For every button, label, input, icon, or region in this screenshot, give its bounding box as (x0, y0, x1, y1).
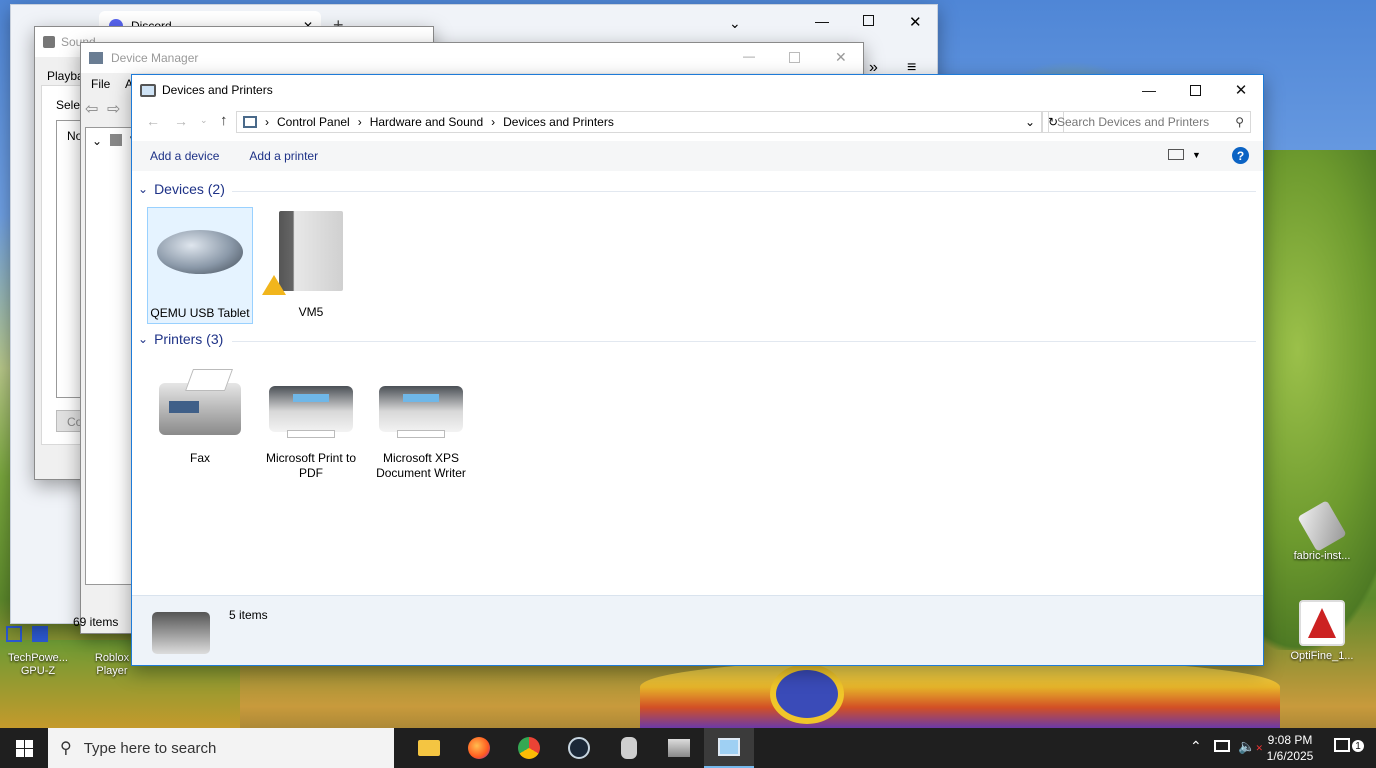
desktop-icon-fabric-installer[interactable]: fabric-inst... (1284, 500, 1360, 563)
windows-icon (15, 739, 33, 757)
folder-icon (418, 740, 440, 756)
address-dropdown-icon[interactable]: ⌄ (1025, 115, 1035, 129)
printers-group-header[interactable]: ⌄ Printers (3) (138, 331, 223, 347)
volume-muted-icon[interactable]: 🔈✕ (1238, 738, 1263, 755)
search-icon: ⚲ (1235, 115, 1244, 129)
window-title: Devices and Printers (162, 83, 273, 97)
minimize-icon[interactable]: — (815, 13, 829, 29)
device-vm5[interactable]: VM5 (258, 207, 364, 324)
desktop-small-icons-strip (6, 626, 66, 646)
add-printer-button[interactable]: Add a printer (249, 149, 318, 163)
desktop-icon-optifine[interactable]: OptiFine_1... (1284, 600, 1360, 663)
show-hidden-icons[interactable]: ⌃ (1190, 738, 1202, 755)
close-icon[interactable]: ✕ (909, 13, 922, 31)
device-qemu-usb-tablet[interactable]: QEMU USB Tablet (147, 207, 253, 324)
clock-time: 9:08 PM (1267, 733, 1313, 747)
device-manager-icon (668, 739, 690, 757)
item-count: 5 items (229, 608, 268, 622)
firefox-taskbar-button[interactable] (454, 728, 504, 768)
breadcrumb-hardware-and-sound[interactable]: Hardware and Sound (370, 115, 483, 129)
taskbar-search-box[interactable]: ⚲ Type here to search (48, 728, 394, 768)
maximize-icon[interactable] (863, 15, 874, 26)
tab-list-icon[interactable]: ⌄ (729, 15, 741, 32)
close-icon[interactable]: ✕ (835, 49, 847, 66)
network-icon[interactable] (1214, 740, 1230, 752)
up-arrow-icon[interactable]: ↑ (220, 112, 228, 129)
computer-tower-icon (279, 211, 343, 291)
command-bar: Add a device Add a printer (132, 141, 1263, 171)
start-button[interactable] (0, 728, 48, 768)
chrome-taskbar-button[interactable] (504, 728, 554, 768)
search-icon: ⚲ (60, 740, 72, 757)
devices-and-printers-window[interactable]: Devices and Printers — ✕ ← → ⌄ ↑ › Contr… (131, 74, 1264, 666)
mouse-icon (157, 230, 243, 274)
devices-group-line (232, 191, 1256, 192)
address-bar[interactable]: › Control Panel › Hardware and Sound › D… (236, 111, 1042, 133)
speaker-icon (621, 737, 637, 759)
nav-forward-icon[interactable]: → (174, 113, 188, 129)
devices-printers-large-icon (152, 612, 210, 654)
fax-icon (159, 369, 241, 435)
printer-icon (269, 386, 353, 438)
playback-tab[interactable]: Playba (47, 69, 84, 83)
search-box[interactable]: Search Devices and Printers ⚲ (1048, 111, 1251, 133)
details-pane: 5 items (132, 595, 1263, 665)
breadcrumb-control-panel[interactable]: Control Panel (277, 115, 350, 129)
add-device-button[interactable]: Add a device (150, 149, 219, 163)
chrome-icon (518, 737, 540, 759)
chevron-down-icon: ⌄ (138, 332, 149, 346)
devices-printers-taskbar-button[interactable] (704, 728, 754, 768)
taskbar: ⚲ Type here to search ⌃ 🔈✕ 9:08 PM 1/6/2… (0, 728, 1376, 768)
breadcrumb-devices-and-printers[interactable]: Devices and Printers (503, 115, 614, 129)
minimize-icon[interactable]: — (743, 49, 755, 63)
clock-date: 1/6/2025 (1266, 749, 1314, 763)
notification-icon (1334, 738, 1350, 752)
printer-microsoft-print-to-pdf[interactable]: Microsoft Print to PDF (258, 365, 364, 481)
printers-group-line (232, 341, 1256, 342)
sound-taskbar-button[interactable] (604, 728, 654, 768)
steam-taskbar-button[interactable] (554, 728, 604, 768)
device-manager-status: 69 items (73, 615, 119, 629)
chevron-down-icon[interactable]: ⌄ (92, 134, 102, 148)
nav-back-icon[interactable]: ← (146, 113, 160, 129)
printer-microsoft-xps-document-writer[interactable]: Microsoft XPS Document Writer (368, 365, 474, 481)
chevron-down-icon: ⌄ (138, 182, 149, 196)
control-panel-icon (243, 116, 257, 128)
warning-icon (262, 275, 286, 295)
recent-locations-icon[interactable]: ⌄ (200, 115, 208, 126)
maximize-icon[interactable] (1172, 75, 1218, 105)
back-arrow-icon[interactable]: ⇦ (85, 99, 98, 119)
notification-badge: 1 (1352, 740, 1364, 752)
device-manager-taskbar-button[interactable] (654, 728, 704, 768)
firefox-icon (468, 737, 490, 759)
devices-printers-icon (140, 83, 156, 97)
device-manager-icon (89, 52, 103, 64)
printer-icon (379, 386, 463, 438)
printer-fax[interactable]: Fax (147, 365, 253, 466)
devices-group-header[interactable]: ⌄ Devices (2) (138, 181, 225, 197)
devices-printers-icon (718, 738, 740, 756)
clock[interactable]: 9:08 PM 1/6/2025 (1262, 732, 1318, 764)
file-explorer-taskbar-button[interactable] (404, 728, 454, 768)
minimize-icon[interactable]: — (1126, 75, 1172, 105)
speaker-icon (43, 36, 55, 48)
forward-arrow-icon[interactable]: ⇨ (107, 99, 120, 119)
view-options-icon[interactable]: ▼ (1168, 149, 1201, 160)
steam-icon (568, 737, 590, 759)
device-manager-title: Device Manager (111, 51, 199, 65)
menu-file[interactable]: File (91, 77, 110, 91)
help-icon[interactable]: ? (1232, 147, 1249, 164)
maximize-icon[interactable] (789, 52, 800, 63)
file-icon (1297, 500, 1347, 552)
close-icon[interactable]: ✕ (1218, 75, 1264, 105)
notification-center-button[interactable]: 1 (1334, 738, 1364, 752)
computer-icon (110, 134, 122, 146)
java-icon (1299, 600, 1345, 646)
